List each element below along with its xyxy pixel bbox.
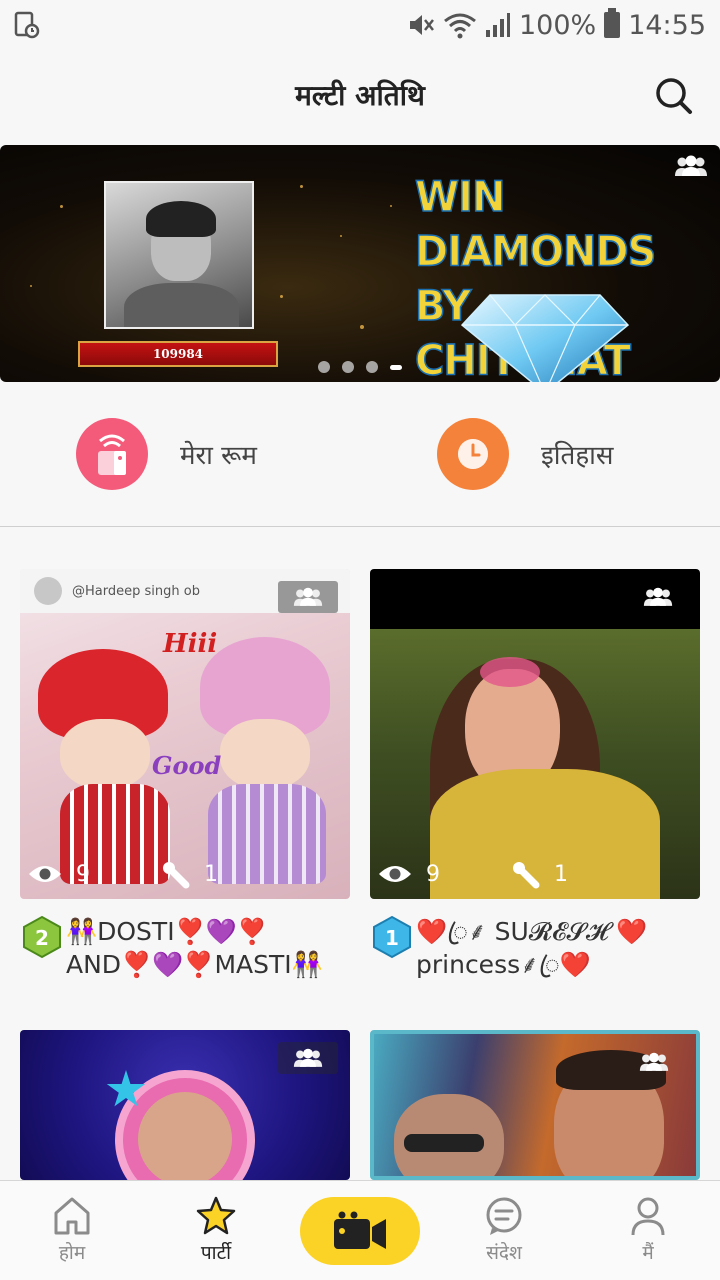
- tab-home[interactable]: होम: [0, 1181, 144, 1280]
- screen-recorder-icon: [14, 11, 40, 39]
- group-icon: [293, 587, 323, 606]
- room-name-line2: princess⸙ꦿ❤️: [416, 950, 591, 979]
- mic-count: 1: [204, 861, 218, 887]
- level-number: 1: [385, 926, 399, 950]
- promo-banner[interactable]: 109984 WIN DIAMONDS BY CHITCHAT: [0, 145, 720, 382]
- tab-party-label: पार्टी: [200, 1242, 232, 1264]
- host-id-ribbon: 109984: [78, 341, 278, 367]
- host-photo: [104, 181, 254, 329]
- video-camera-icon: [334, 1211, 386, 1249]
- eye-icon: [29, 866, 61, 882]
- my-room-button[interactable]: मेरा रूम: [0, 382, 359, 526]
- room-name-line1: 👭DOSTI❣️💜❣️: [66, 917, 268, 946]
- room-thumbnail[interactable]: 9 1: [370, 569, 700, 899]
- app-header: मल्टी अतिथि: [0, 50, 720, 140]
- tab-me[interactable]: मैं: [576, 1181, 720, 1280]
- room-name-line2: AND❣️💜❣️MASTI👭: [66, 950, 323, 979]
- go-live-button[interactable]: [288, 1181, 432, 1280]
- history-label: इतिहास: [541, 441, 614, 471]
- room-thumbnail[interactable]: @Hardeep singh ob Hiii Good 9 1: [20, 569, 350, 899]
- pagination-dot-active[interactable]: [390, 364, 402, 370]
- greeting-text: Good: [152, 751, 222, 780]
- wifi-icon: [444, 13, 476, 39]
- bottom-navigation: होम पार्टी संदेश मैं: [0, 1180, 720, 1280]
- room-thumbnail[interactable]: [20, 1030, 350, 1180]
- home-icon: [54, 1197, 90, 1235]
- microphone-icon: [163, 862, 190, 889]
- profile-icon: [631, 1197, 665, 1236]
- star-icon: [196, 1196, 236, 1235]
- tab-messages[interactable]: संदेश: [432, 1181, 576, 1280]
- avatar: [34, 577, 62, 605]
- group-icon: [639, 1052, 669, 1071]
- my-room-label: मेरा रूम: [180, 441, 257, 471]
- room-stats: 9 1: [378, 853, 692, 895]
- tab-party[interactable]: पार्टी: [144, 1181, 288, 1280]
- view-count: 9: [76, 861, 90, 887]
- pagination-dot[interactable]: [342, 361, 354, 373]
- tab-messages-label: संदेश: [486, 1242, 522, 1264]
- view-count: 9: [426, 861, 440, 887]
- multi-guest-badge: [278, 581, 338, 613]
- room-card[interactable]: 9 1 1 ❤️ꦿ⸙ SU𝓡𝓔𝓢𝓗 ❤️ princess⸙ꦿ❤️: [370, 569, 700, 981]
- multi-guest-badge: [278, 1042, 338, 1074]
- level-number: 2: [35, 926, 49, 950]
- mic-count: 1: [554, 861, 568, 887]
- multi-guest-badge: [628, 581, 688, 613]
- quick-actions: मेरा रूम इतिहास: [0, 382, 720, 527]
- tab-me-label: मैं: [642, 1242, 654, 1264]
- room-overlay-text: @Hardeep singh ob: [72, 583, 200, 599]
- room-card[interactable]: @Hardeep singh ob Hiii Good 9 1 2 👭DOSTI…: [20, 569, 350, 981]
- mute-icon: [409, 15, 434, 35]
- group-icon: [643, 587, 673, 606]
- room-name-line1: ❤️ꦿ⸙ SU𝓡𝓔𝓢𝓗 ❤️: [416, 917, 648, 946]
- room-card[interactable]: [20, 1030, 350, 1180]
- room-thumbnail[interactable]: [370, 1030, 700, 1180]
- page-title: मल्टी अतिथि: [295, 79, 425, 112]
- search-icon[interactable]: [654, 76, 694, 116]
- room-name: 1 ❤️ꦿ⸙ SU𝓡𝓔𝓢𝓗 ❤️ princess⸙ꦿ❤️: [370, 915, 700, 981]
- signal-icon: [485, 13, 510, 37]
- message-icon: [486, 1197, 522, 1235]
- diamond-icon: [460, 294, 630, 382]
- multi-guest-badge: [624, 1046, 684, 1078]
- history-button[interactable]: इतिहास: [359, 382, 720, 526]
- group-icon: [293, 1048, 323, 1067]
- group-icon: [675, 155, 707, 176]
- room-stats: 9 1: [28, 853, 342, 895]
- tab-home-label: होम: [58, 1242, 86, 1264]
- status-bar: 100% 14:55: [0, 0, 720, 50]
- level-badge-icon: 1: [373, 915, 411, 959]
- eye-icon: [379, 866, 411, 882]
- room-name: 2 👭DOSTI❣️💜❣️ AND❣️💜❣️MASTI👭: [20, 915, 350, 981]
- clock-time: 14:55: [628, 9, 706, 41]
- greeting-text: Hiii: [163, 629, 218, 659]
- battery-percent: 100%: [518, 9, 597, 41]
- level-badge-icon: 2: [23, 915, 61, 959]
- banner-pagination: [318, 361, 402, 373]
- banner-headline-line1: WIN DIAMONDS: [414, 172, 657, 276]
- battery-icon: [604, 8, 621, 38]
- clock-icon: [437, 418, 509, 490]
- room-card[interactable]: [370, 1030, 700, 1180]
- room-icon: [76, 418, 148, 490]
- pagination-dot[interactable]: [318, 361, 330, 373]
- microphone-icon: [513, 862, 540, 889]
- pagination-dot[interactable]: [366, 361, 378, 373]
